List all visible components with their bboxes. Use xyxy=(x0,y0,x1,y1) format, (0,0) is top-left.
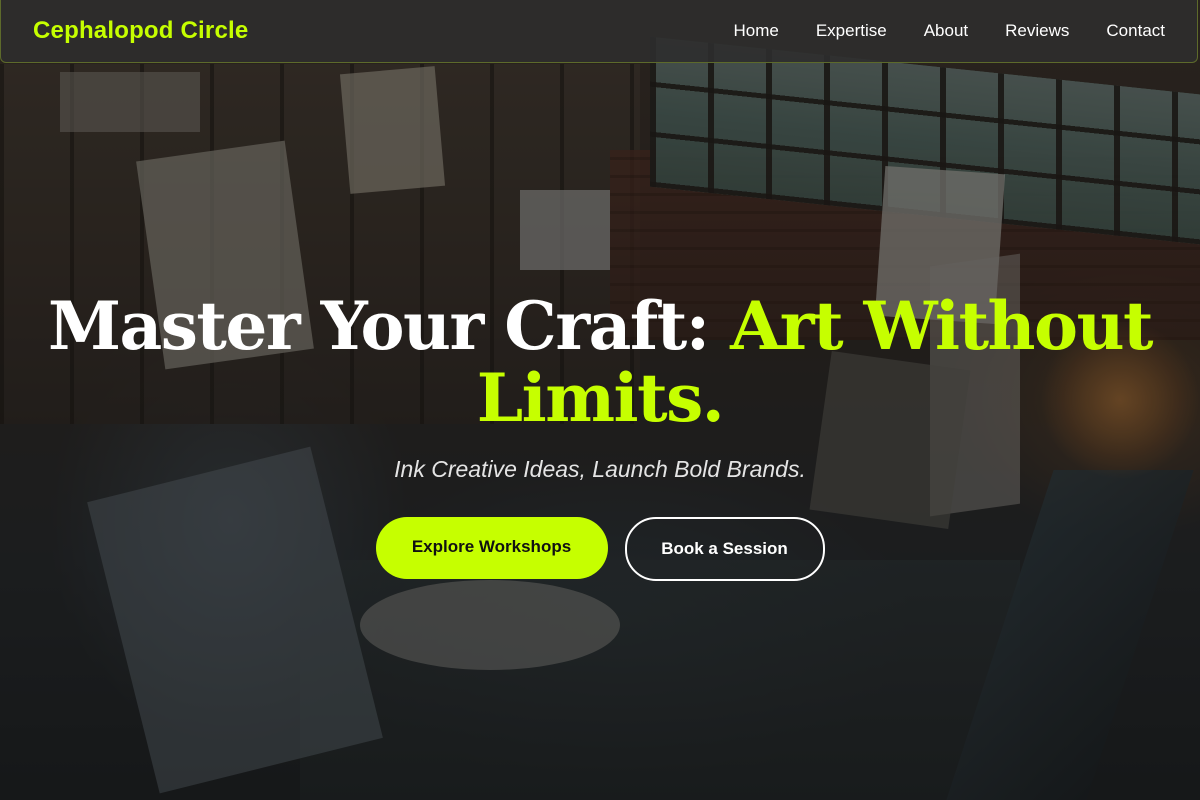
nav-links: Home Expertise About Reviews Contact xyxy=(733,21,1165,41)
nav-link-contact[interactable]: Contact xyxy=(1106,21,1165,41)
nav-link-reviews[interactable]: Reviews xyxy=(1005,21,1069,41)
hero-section: Master Your Craft: Art Without Limits. I… xyxy=(0,290,1200,581)
hero-actions: Explore Workshops Book a Session xyxy=(0,517,1200,581)
brand-logo-text[interactable]: Cephalopod Circle xyxy=(33,17,248,45)
navbar: Cephalopod Circle Home Expertise About R… xyxy=(0,0,1198,63)
page: Cephalopod Circle Home Expertise About R… xyxy=(0,0,1200,800)
hero-title: Master Your Craft: Art Without Limits. xyxy=(0,290,1200,434)
nav-link-home[interactable]: Home xyxy=(733,21,778,41)
nav-link-about[interactable]: About xyxy=(924,21,968,41)
hero-title-main: Master Your Craft: xyxy=(47,287,731,365)
nav-link-expertise[interactable]: Expertise xyxy=(816,21,887,41)
hero-subtitle: Ink Creative Ideas, Launch Bold Brands. xyxy=(394,456,806,482)
explore-workshops-button[interactable]: Explore Workshops xyxy=(375,517,608,579)
book-session-button[interactable]: Book a Session xyxy=(624,517,825,581)
